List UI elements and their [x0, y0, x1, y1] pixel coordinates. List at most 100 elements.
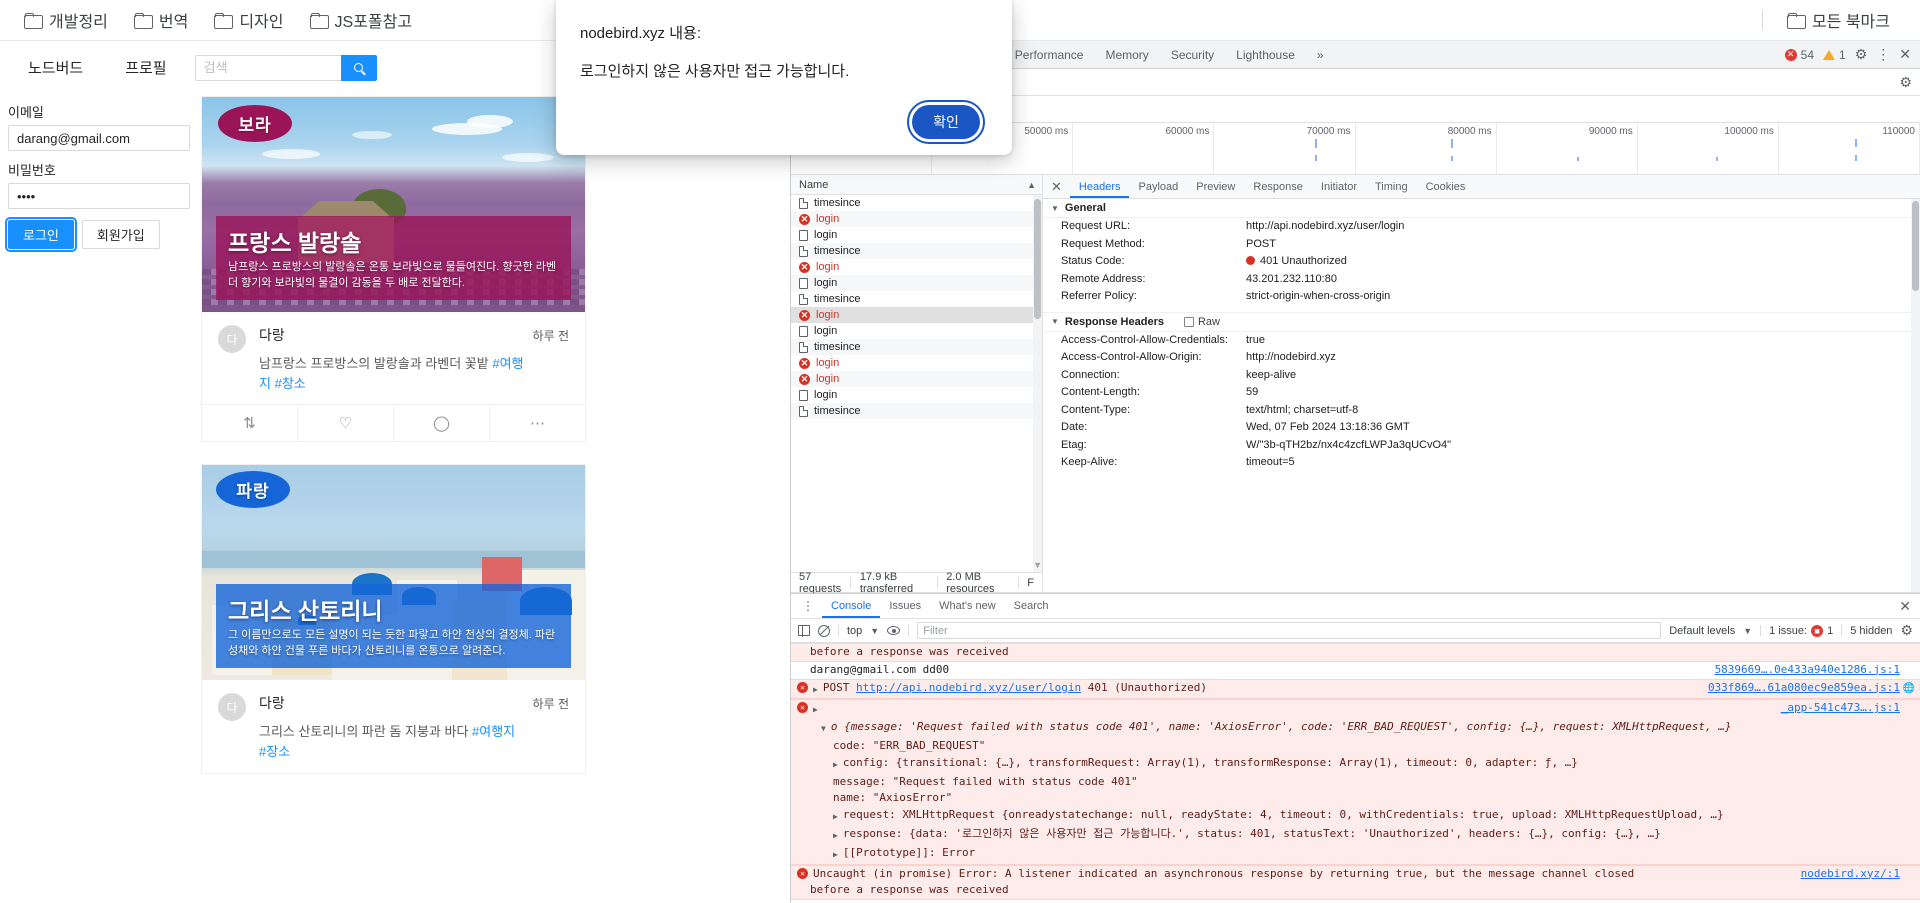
table-row[interactable]: timesince	[791, 243, 1042, 259]
console-object-prop[interactable]: ▶ response: {data: '로그인하지 않은 사용자만 접근 가능합…	[791, 825, 1920, 845]
bookmark-item-1[interactable]: 번역	[124, 4, 198, 36]
console-settings-icon[interactable]: ⚙	[1900, 622, 1913, 639]
message-source-link[interactable]: _app-541c473….js:1	[1781, 701, 1900, 716]
raw-toggle[interactable]: Raw	[1183, 316, 1220, 328]
console-message-error-continuation[interactable]: before a response was received	[791, 643, 1920, 662]
tab-cookies[interactable]: Cookies	[1417, 175, 1475, 198]
table-row-selected[interactable]: ✕ login	[791, 307, 1042, 323]
message-source-link[interactable]: nodebird.xyz/:1	[1801, 867, 1900, 882]
expand-arrow-icon[interactable]: ▶	[833, 848, 838, 863]
request-url-link[interactable]: http://api.nodebird.xyz/user/login	[856, 681, 1081, 694]
signup-button[interactable]: 회원가입	[81, 220, 160, 249]
gear-icon[interactable]: ⚙	[1855, 46, 1868, 63]
chevron-down-icon[interactable]: ▼	[1743, 626, 1752, 636]
comment-icon[interactable]: ◯	[394, 405, 490, 442]
expand-arrow-icon[interactable]: ▶	[833, 758, 838, 773]
table-row[interactable]: login	[791, 387, 1042, 403]
post-author[interactable]: 다랑	[259, 325, 525, 345]
clear-console-icon[interactable]	[818, 624, 830, 637]
tab-performance[interactable]: Performance	[1004, 41, 1095, 68]
table-row[interactable]: login	[791, 275, 1042, 291]
tab-headers[interactable]: Headers	[1070, 175, 1130, 198]
table-row[interactable]: ✕ login	[791, 211, 1042, 227]
tab-timing[interactable]: Timing	[1366, 175, 1417, 198]
console-object-prop[interactable]: ▶ config: {transitional: {…}, transformR…	[791, 754, 1920, 774]
request-list-scrollbar[interactable]	[1033, 195, 1042, 572]
column-header-name[interactable]: Name	[799, 179, 828, 191]
error-count-badge[interactable]: ✕ 54	[1784, 48, 1814, 62]
console-filter-input[interactable]	[917, 622, 1662, 639]
tab-initiator[interactable]: Initiator	[1312, 175, 1366, 198]
detail-scrollbar[interactable]	[1911, 199, 1920, 592]
close-icon[interactable]: ✕	[1899, 46, 1911, 63]
hidden-messages-label[interactable]: 5 hidden	[1850, 625, 1892, 637]
kebab-menu-icon[interactable]: ⋮	[795, 600, 822, 612]
section-general[interactable]: ▼ General	[1043, 199, 1920, 218]
post-author[interactable]: 다랑	[259, 693, 525, 713]
close-icon[interactable]: ✕	[1043, 175, 1070, 198]
tab-preview[interactable]: Preview	[1187, 175, 1244, 198]
console-object-prop[interactable]: ▶ request: XMLHttpRequest {onreadystatec…	[791, 807, 1920, 826]
console-message-network-error[interactable]: ✕ ▶ POST http://api.nodebird.xyz/user/lo…	[791, 678, 1920, 700]
console-message-log[interactable]: darang@gmail.com dd00 5839669….0e433a940…	[791, 662, 1920, 679]
avatar[interactable]: 다	[218, 693, 246, 722]
bookmark-item-2[interactable]: 디자인	[204, 4, 293, 36]
sort-caret-icon[interactable]: ▲	[1027, 180, 1036, 190]
ellipsis-icon[interactable]: ⋯	[490, 405, 585, 441]
bookmark-item-0[interactable]: 개발정리	[14, 4, 118, 36]
tab-issues[interactable]: Issues	[880, 594, 930, 618]
warning-count-badge[interactable]: 1	[1823, 48, 1846, 62]
collapse-arrow-icon[interactable]: ▼	[821, 722, 826, 737]
table-row[interactable]: timesince	[791, 195, 1042, 211]
all-bookmarks-button[interactable]: 모든 북마크	[1777, 4, 1900, 36]
network-settings-icon[interactable]: ⚙	[1899, 74, 1912, 91]
context-selector[interactable]: top	[847, 625, 862, 637]
issues-badge[interactable]: 1 issue: ■ 1	[1769, 624, 1833, 637]
hashtag[interactable]: #장소	[259, 744, 290, 759]
console-sidebar-icon[interactable]	[798, 625, 810, 637]
hashtag[interactable]: #여행지	[472, 724, 515, 739]
post-image-lavender[interactable]: 보라 프랑스 발랑솔 남프랑스 프로방스의 발랑솔은 온통 보라빛으로 물들여진…	[202, 97, 585, 312]
section-response-headers[interactable]: ▼ Response Headers Raw	[1043, 311, 1920, 332]
dialog-confirm-button[interactable]: 확인	[907, 100, 985, 144]
tab-payload[interactable]: Payload	[1129, 175, 1187, 198]
post-image-santorini[interactable]: 파랑 그리스 산토리니 그 이름만으로도 모든 설명이 되는 듯한 파랗고 하얀…	[202, 465, 585, 681]
table-row[interactable]: login	[791, 227, 1042, 243]
log-levels-selector[interactable]: Default levels	[1669, 625, 1735, 637]
heart-icon[interactable]: ♡	[298, 405, 394, 442]
search-button[interactable]	[340, 54, 377, 81]
scrollbar-thumb[interactable]	[1912, 201, 1919, 291]
tab-search[interactable]: Search	[1005, 594, 1058, 618]
table-row[interactable]: timesince	[791, 403, 1042, 419]
avatar[interactable]: 다	[218, 325, 246, 353]
hashtag[interactable]: #창소	[275, 376, 306, 391]
expand-arrow-icon[interactable]: ▶	[813, 703, 818, 718]
table-row[interactable]: timesince	[791, 339, 1042, 355]
expand-arrow-icon[interactable]: ▶	[813, 683, 818, 698]
scroll-down-icon[interactable]: ▼	[1033, 560, 1042, 570]
nav-item-profile[interactable]: 프로필	[111, 51, 180, 84]
table-row[interactable]: login	[791, 323, 1042, 339]
table-row[interactable]: ✕ login	[791, 371, 1042, 387]
table-row[interactable]: ✕ login	[791, 355, 1042, 371]
message-source-link[interactable]: 033f869….61a080ec9e859ea.js:1	[1708, 681, 1900, 696]
email-field[interactable]	[8, 125, 190, 151]
tab-memory[interactable]: Memory	[1094, 41, 1159, 68]
expand-arrow-icon[interactable]: ▶	[833, 810, 838, 825]
table-row[interactable]: ✕ login	[791, 259, 1042, 275]
scrollbar-thumb[interactable]	[1034, 199, 1041, 319]
password-field[interactable]	[8, 183, 190, 209]
kebab-menu-icon[interactable]: ⋮	[1876, 46, 1890, 63]
console-object-prototype[interactable]: ▶ [[Prototype]]: Error	[791, 844, 1920, 865]
chevron-double-right-icon[interactable]: »	[1306, 41, 1335, 68]
retweet-icon[interactable]: ⇅	[202, 405, 298, 442]
login-button[interactable]: 로그인	[5, 217, 77, 252]
chevron-down-icon[interactable]: ▼	[870, 626, 879, 636]
tab-whats-new[interactable]: What's new	[930, 594, 1005, 618]
nav-item-nodebird[interactable]: 노드버드	[14, 51, 97, 84]
close-icon[interactable]: ✕	[1899, 598, 1920, 615]
tab-response[interactable]: Response	[1244, 175, 1312, 198]
tab-console[interactable]: Console	[822, 594, 880, 618]
console-message-uncaught[interactable]: ✕ Uncaught (in promise) Error: A listene…	[791, 864, 1920, 883]
tab-lighthouse[interactable]: Lighthouse	[1225, 41, 1306, 68]
